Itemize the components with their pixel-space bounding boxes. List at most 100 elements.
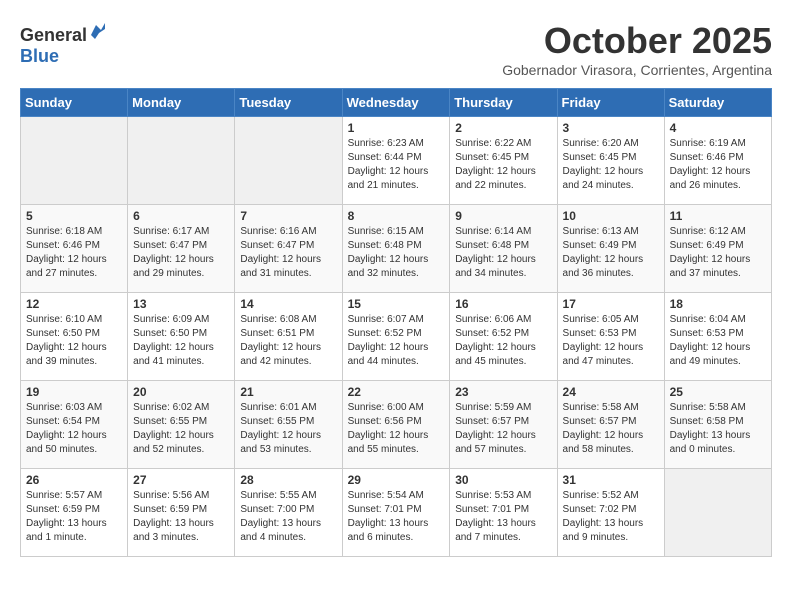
day-info: Sunrise: 6:07 AM Sunset: 6:52 PM Dayligh…	[348, 313, 445, 369]
calendar-table: SundayMondayTuesdayWednesdayThursdayFrid…	[20, 88, 772, 557]
weekday-header-monday: Monday	[128, 89, 235, 117]
day-number: 6	[133, 209, 229, 223]
calendar-cell: 13 Sunrise: 6:09 AM Sunset: 6:50 PM Dayli…	[128, 293, 235, 381]
title-area: October 2025 Gobernador Virasora, Corrie…	[502, 20, 772, 78]
day-info: Sunrise: 6:16 AM Sunset: 6:47 PM Dayligh…	[240, 225, 336, 281]
day-number: 26	[26, 473, 122, 487]
day-info: Sunrise: 6:13 AM Sunset: 6:49 PM Dayligh…	[563, 225, 659, 281]
day-number: 3	[563, 121, 659, 135]
calendar-cell: 9 Sunrise: 6:14 AM Sunset: 6:48 PM Daylig…	[450, 205, 557, 293]
calendar-week-row: 12 Sunrise: 6:10 AM Sunset: 6:50 PM Dayli…	[21, 293, 772, 381]
day-number: 22	[348, 385, 445, 399]
day-info: Sunrise: 6:02 AM Sunset: 6:55 PM Dayligh…	[133, 401, 229, 457]
day-info: Sunrise: 5:58 AM Sunset: 6:57 PM Dayligh…	[563, 401, 659, 457]
calendar-week-row: 26Sunrise: 5:57 AM Sunset: 6:59 PM Dayli…	[21, 469, 772, 557]
day-number: 17	[563, 297, 659, 311]
day-number: 1	[348, 121, 445, 135]
day-info: Sunrise: 5:54 AM Sunset: 7:01 PM Dayligh…	[348, 489, 445, 545]
calendar-cell	[128, 117, 235, 205]
calendar-cell: 5Sunrise: 6:18 AM Sunset: 6:46 PM Daylig…	[21, 205, 128, 293]
day-number: 23	[455, 385, 551, 399]
weekday-header-sunday: Sunday	[21, 89, 128, 117]
day-info: Sunrise: 5:56 AM Sunset: 6:59 PM Dayligh…	[133, 489, 229, 545]
calendar-cell: 19 Sunrise: 6:03 AM Sunset: 6:54 PM Dayli…	[21, 381, 128, 469]
day-number: 28	[240, 473, 336, 487]
calendar-cell: 15 Sunrise: 6:07 AM Sunset: 6:52 PM Dayli…	[342, 293, 450, 381]
day-info: Sunrise: 6:10 AM Sunset: 6:50 PM Dayligh…	[26, 313, 122, 369]
day-number: 11	[670, 209, 766, 223]
day-number: 4	[670, 121, 766, 135]
calendar-cell: 23 Sunrise: 5:59 AM Sunset: 6:57 PM Dayli…	[450, 381, 557, 469]
month-title: October 2025	[502, 20, 772, 62]
calendar-cell: 18 Sunrise: 6:04 AM Sunset: 6:53 PM Dayli…	[664, 293, 771, 381]
day-info: Sunrise: 5:58 AM Sunset: 6:58 PM Dayligh…	[670, 401, 766, 457]
day-info: Sunrise: 5:59 AM Sunset: 6:57 PM Dayligh…	[455, 401, 551, 457]
calendar-cell: 28 Sunrise: 5:55 AM Sunset: 7:00 PM Dayli…	[235, 469, 342, 557]
day-info: Sunrise: 6:14 AM Sunset: 6:48 PM Dayligh…	[455, 225, 551, 281]
day-number: 30	[455, 473, 551, 487]
day-number: 15	[348, 297, 445, 311]
calendar-cell: 3 Sunrise: 6:20 AM Sunset: 6:45 PM Daylig…	[557, 117, 664, 205]
calendar-cell: 17 Sunrise: 6:05 AM Sunset: 6:53 PM Dayli…	[557, 293, 664, 381]
day-info: Sunrise: 6:19 AM Sunset: 6:46 PM Dayligh…	[670, 137, 766, 193]
day-info: Sunrise: 6:20 AM Sunset: 6:45 PM Dayligh…	[563, 137, 659, 193]
day-number: 9	[455, 209, 551, 223]
calendar-cell: 4 Sunrise: 6:19 AM Sunset: 6:46 PM Daylig…	[664, 117, 771, 205]
day-number: 2	[455, 121, 551, 135]
day-number: 24	[563, 385, 659, 399]
calendar-cell: 14Sunrise: 6:08 AM Sunset: 6:51 PM Dayli…	[235, 293, 342, 381]
logo-blue-text: Blue	[20, 46, 59, 66]
weekday-header-wednesday: Wednesday	[342, 89, 450, 117]
calendar-cell	[21, 117, 128, 205]
logo: General Blue	[20, 25, 87, 67]
weekday-header-thursday: Thursday	[450, 89, 557, 117]
day-info: Sunrise: 6:03 AM Sunset: 6:54 PM Dayligh…	[26, 401, 122, 457]
day-info: Sunrise: 6:05 AM Sunset: 6:53 PM Dayligh…	[563, 313, 659, 369]
location-title: Gobernador Virasora, Corrientes, Argenti…	[502, 62, 772, 78]
day-number: 16	[455, 297, 551, 311]
day-info: Sunrise: 6:00 AM Sunset: 6:56 PM Dayligh…	[348, 401, 445, 457]
day-number: 18	[670, 297, 766, 311]
day-info: Sunrise: 6:01 AM Sunset: 6:55 PM Dayligh…	[240, 401, 336, 457]
calendar-cell	[235, 117, 342, 205]
calendar-cell: 24 Sunrise: 5:58 AM Sunset: 6:57 PM Dayli…	[557, 381, 664, 469]
calendar-cell: 27 Sunrise: 5:56 AM Sunset: 6:59 PM Dayli…	[128, 469, 235, 557]
weekday-header-tuesday: Tuesday	[235, 89, 342, 117]
day-number: 19	[26, 385, 122, 399]
day-number: 21	[240, 385, 336, 399]
day-number: 12	[26, 297, 122, 311]
day-number: 25	[670, 385, 766, 399]
day-info: Sunrise: 5:55 AM Sunset: 7:00 PM Dayligh…	[240, 489, 336, 545]
day-info: Sunrise: 6:09 AM Sunset: 6:50 PM Dayligh…	[133, 313, 229, 369]
calendar-cell: 11 Sunrise: 6:12 AM Sunset: 6:49 PM Dayli…	[664, 205, 771, 293]
weekday-header-row: SundayMondayTuesdayWednesdayThursdayFrid…	[21, 89, 772, 117]
calendar-cell: 30 Sunrise: 5:53 AM Sunset: 7:01 PM Dayli…	[450, 469, 557, 557]
calendar-cell: 26Sunrise: 5:57 AM Sunset: 6:59 PM Dayli…	[21, 469, 128, 557]
day-number: 8	[348, 209, 445, 223]
logo-bird-icon	[87, 21, 105, 39]
calendar-cell: 25 Sunrise: 5:58 AM Sunset: 6:58 PM Dayli…	[664, 381, 771, 469]
day-info: Sunrise: 6:15 AM Sunset: 6:48 PM Dayligh…	[348, 225, 445, 281]
day-info: Sunrise: 6:18 AM Sunset: 6:46 PM Dayligh…	[26, 225, 122, 281]
day-info: Sunrise: 6:12 AM Sunset: 6:49 PM Dayligh…	[670, 225, 766, 281]
day-info: Sunrise: 5:53 AM Sunset: 7:01 PM Dayligh…	[455, 489, 551, 545]
day-number: 20	[133, 385, 229, 399]
calendar-week-row: 19 Sunrise: 6:03 AM Sunset: 6:54 PM Dayli…	[21, 381, 772, 469]
day-info: Sunrise: 5:52 AM Sunset: 7:02 PM Dayligh…	[563, 489, 659, 545]
calendar-week-row: 5Sunrise: 6:18 AM Sunset: 6:46 PM Daylig…	[21, 205, 772, 293]
day-number: 29	[348, 473, 445, 487]
weekday-header-friday: Friday	[557, 89, 664, 117]
day-info: Sunrise: 6:22 AM Sunset: 6:45 PM Dayligh…	[455, 137, 551, 193]
day-number: 13	[133, 297, 229, 311]
calendar-cell: 8 Sunrise: 6:15 AM Sunset: 6:48 PM Daylig…	[342, 205, 450, 293]
day-info: Sunrise: 6:04 AM Sunset: 6:53 PM Dayligh…	[670, 313, 766, 369]
calendar-cell: 7 Sunrise: 6:16 AM Sunset: 6:47 PM Daylig…	[235, 205, 342, 293]
day-number: 7	[240, 209, 336, 223]
calendar-cell: 21 Sunrise: 6:01 AM Sunset: 6:55 PM Dayli…	[235, 381, 342, 469]
calendar-cell	[664, 469, 771, 557]
day-number: 27	[133, 473, 229, 487]
day-info: Sunrise: 6:23 AM Sunset: 6:44 PM Dayligh…	[348, 137, 445, 193]
day-info: Sunrise: 6:08 AM Sunset: 6:51 PM Dayligh…	[240, 313, 336, 369]
day-info: Sunrise: 6:17 AM Sunset: 6:47 PM Dayligh…	[133, 225, 229, 281]
calendar-cell: 6 Sunrise: 6:17 AM Sunset: 6:47 PM Daylig…	[128, 205, 235, 293]
